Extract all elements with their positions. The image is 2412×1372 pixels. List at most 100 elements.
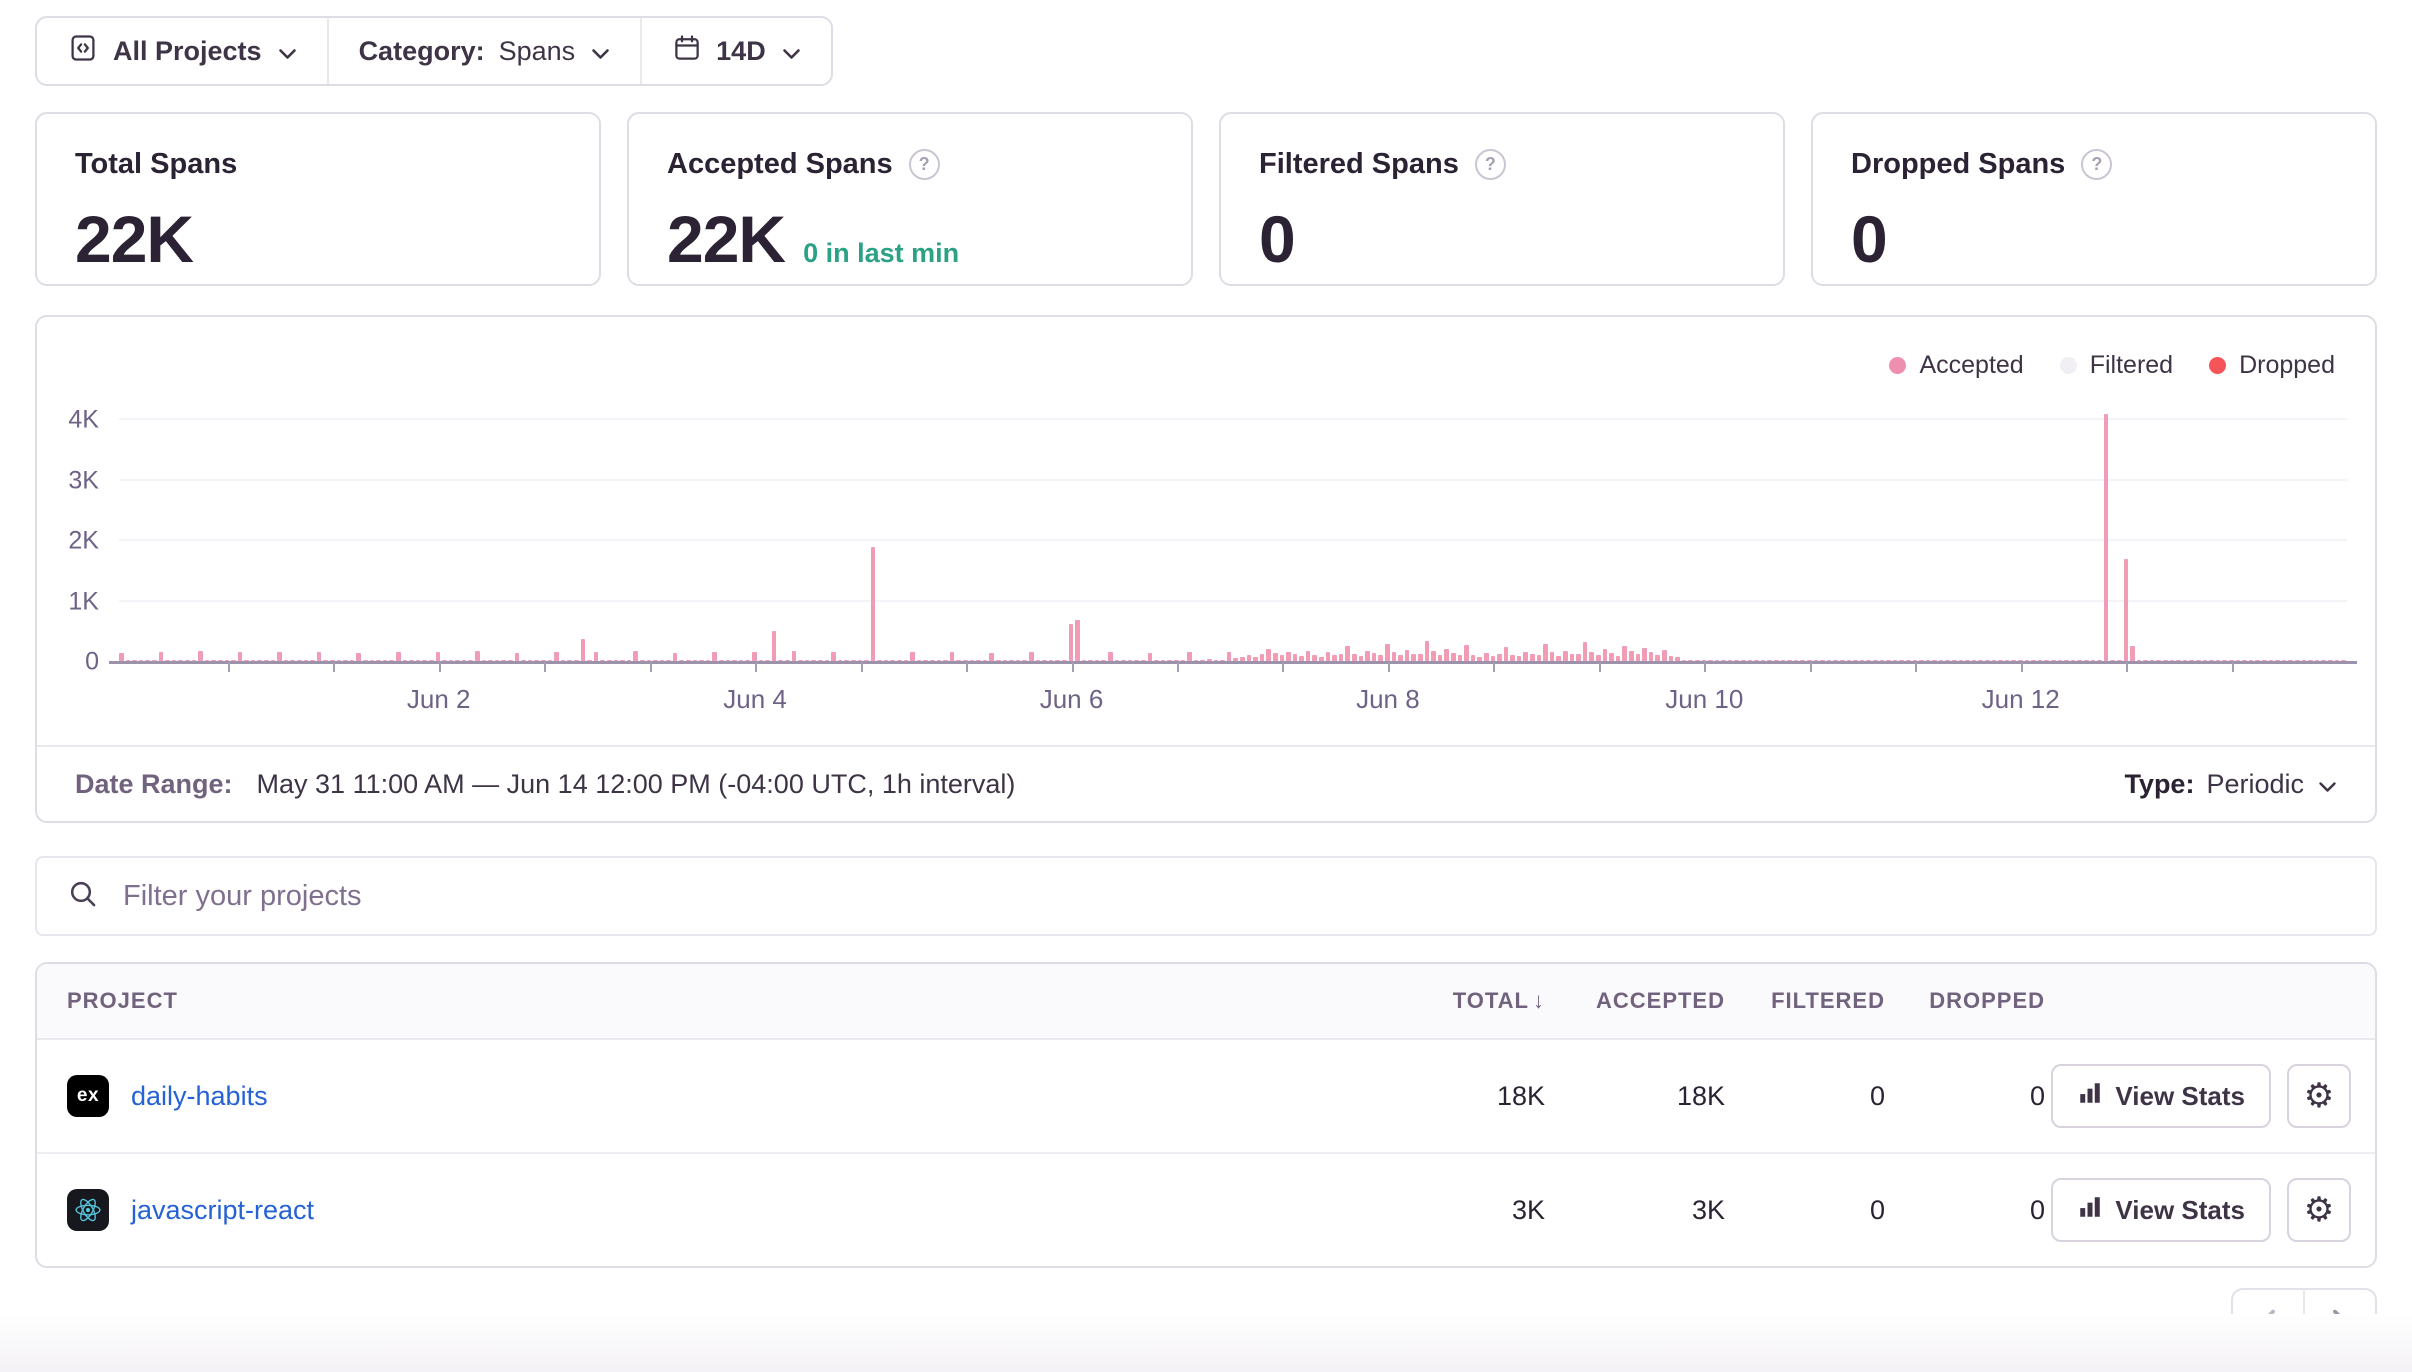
type-selector[interactable]: Type: Periodic — [2124, 769, 2337, 800]
cell-total: 3K — [1385, 1195, 1545, 1226]
axis-tick — [1072, 662, 1074, 672]
card-title: Filtered Spans — [1259, 148, 1459, 181]
axis-tick — [1915, 662, 1917, 672]
view-stats-button[interactable]: View Stats — [2051, 1064, 2271, 1128]
x-tick-label: Jun 6 — [1040, 684, 1104, 715]
x-tick-label: Jun 12 — [1982, 684, 2060, 715]
y-tick-label: 2K — [68, 527, 99, 556]
card-subtitle: 0 in last min — [803, 238, 959, 269]
date-range-label: Date Range: — [75, 769, 233, 800]
cell-accepted: 3K — [1545, 1195, 1725, 1226]
chart-footer: Date Range: May 31 11:00 AM — Jun 14 12:… — [37, 745, 2375, 821]
header-project: PROJECT — [37, 988, 1385, 1014]
axis-tick — [544, 662, 546, 672]
sort-desc-icon: ↓ — [1533, 988, 1545, 1013]
legend-item-filtered[interactable]: Filtered — [2060, 351, 2173, 380]
projects-icon — [67, 32, 99, 71]
legend-dot-accepted — [1889, 357, 1906, 374]
view-stats-button[interactable]: View Stats — [2051, 1178, 2271, 1242]
page-bottom-fade — [0, 1314, 2412, 1372]
x-tick-label: Jun 2 — [407, 684, 471, 715]
header-accepted[interactable]: ACCEPTED — [1545, 988, 1725, 1014]
header-total[interactable]: TOTAL↓ — [1385, 988, 1545, 1014]
axis-tick — [1493, 662, 1495, 672]
x-tick-label: Jun 4 — [723, 684, 787, 715]
axis-tick — [439, 662, 441, 672]
axis-tick — [1388, 662, 1390, 672]
legend-dot-filtered — [2060, 357, 2077, 374]
x-tick-label: Jun 10 — [1665, 684, 1743, 715]
project-settings-button[interactable]: ⚙ — [2287, 1178, 2351, 1242]
type-label: Type: — [2124, 769, 2194, 800]
cell-filtered: 0 — [1725, 1081, 1885, 1112]
axis-tick — [2232, 662, 2234, 672]
filter-bar: All Projects Category: Spans 14D — [35, 16, 833, 86]
axis-tick — [1599, 662, 1601, 672]
legend-item-accepted[interactable]: Accepted — [1889, 351, 2023, 380]
cell-dropped: 0 — [1885, 1081, 2045, 1112]
x-tick-label: Jun 8 — [1356, 684, 1420, 715]
projects-filter-label: All Projects — [113, 36, 262, 67]
axis-tick — [861, 662, 863, 672]
cell-total: 18K — [1385, 1081, 1545, 1112]
legend-label: Accepted — [1919, 351, 2023, 380]
category-filter-button[interactable]: Category: Spans — [327, 18, 641, 84]
cell-dropped: 0 — [1885, 1195, 2045, 1226]
legend-label: Dropped — [2239, 351, 2335, 380]
usage-chart-panel: Accepted Filtered Dropped 0 1K 2K 3K 4K — [35, 315, 2377, 823]
card-accepted-spans: Accepted Spans ? 22K 0 in last min — [627, 112, 1193, 286]
help-icon[interactable]: ? — [2081, 149, 2112, 180]
legend-dot-dropped — [2209, 357, 2226, 374]
axis-tick — [1282, 662, 1284, 672]
card-dropped-spans: Dropped Spans ? 0 — [1811, 112, 2377, 286]
chevron-down-icon — [782, 36, 801, 67]
table-row: ex daily-habits 18K 18K 0 0 View Stats ⚙ — [37, 1040, 2375, 1152]
gear-icon: ⚙ — [2304, 1190, 2334, 1230]
table-header: PROJECT TOTAL↓ ACCEPTED FILTERED DROPPED — [37, 964, 2375, 1040]
project-link[interactable]: javascript-react — [131, 1195, 314, 1226]
period-filter-button[interactable]: 14D — [640, 18, 831, 84]
axis-tick — [2021, 662, 2023, 672]
chevron-down-icon — [2318, 769, 2337, 800]
projects-filter-button[interactable]: All Projects — [37, 18, 327, 84]
category-filter-label: Category: — [359, 36, 485, 67]
chart-y-axis: 0 1K 2K 3K 4K — [37, 392, 99, 662]
card-filtered-spans: Filtered Spans ? 0 — [1219, 112, 1785, 286]
axis-tick — [228, 662, 230, 672]
stat-cards: Total Spans 22K Accepted Spans ? 22K 0 i… — [35, 112, 2377, 286]
axis-tick — [333, 662, 335, 672]
chart-bars — [119, 392, 2347, 662]
stats-page: All Projects Category: Spans 14D — [0, 0, 2412, 1372]
chart-legend: Accepted Filtered Dropped — [1889, 351, 2335, 380]
card-value: 0 — [1259, 201, 1295, 277]
chart-plot: Jun 2Jun 4Jun 6Jun 8Jun 10Jun 12 — [119, 392, 2347, 662]
project-link[interactable]: daily-habits — [131, 1081, 268, 1112]
project-search[interactable]: Filter your projects — [35, 856, 2377, 936]
axis-tick — [1810, 662, 1812, 672]
gear-icon: ⚙ — [2304, 1076, 2334, 1116]
project-settings-button[interactable]: ⚙ — [2287, 1064, 2351, 1128]
help-icon[interactable]: ? — [1475, 149, 1506, 180]
category-filter-value: Spans — [499, 36, 576, 67]
cell-filtered: 0 — [1725, 1195, 1885, 1226]
date-range-value: May 31 11:00 AM — Jun 14 12:00 PM (-04:0… — [257, 769, 1016, 800]
card-value: 0 — [1851, 201, 1887, 277]
legend-item-dropped[interactable]: Dropped — [2209, 351, 2335, 380]
y-tick-label: 1K — [68, 588, 99, 617]
header-dropped[interactable]: DROPPED — [1885, 988, 2045, 1014]
expo-platform-icon: ex — [67, 1075, 109, 1117]
chevron-down-icon — [591, 36, 610, 67]
card-title: Accepted Spans — [667, 148, 893, 181]
help-icon[interactable]: ? — [909, 149, 940, 180]
search-placeholder: Filter your projects — [123, 880, 362, 913]
header-filtered[interactable]: FILTERED — [1725, 988, 1885, 1014]
card-title: Total Spans — [75, 148, 237, 181]
search-icon — [67, 878, 99, 915]
table-row: javascript-react 3K 3K 0 0 View Stats ⚙ — [37, 1152, 2375, 1266]
axis-tick — [755, 662, 757, 672]
bar-chart-icon — [2077, 1194, 2103, 1227]
period-filter-value: 14D — [716, 36, 766, 67]
projects-table: PROJECT TOTAL↓ ACCEPTED FILTERED DROPPED… — [35, 962, 2377, 1268]
axis-tick — [650, 662, 652, 672]
card-value: 22K — [667, 201, 785, 277]
